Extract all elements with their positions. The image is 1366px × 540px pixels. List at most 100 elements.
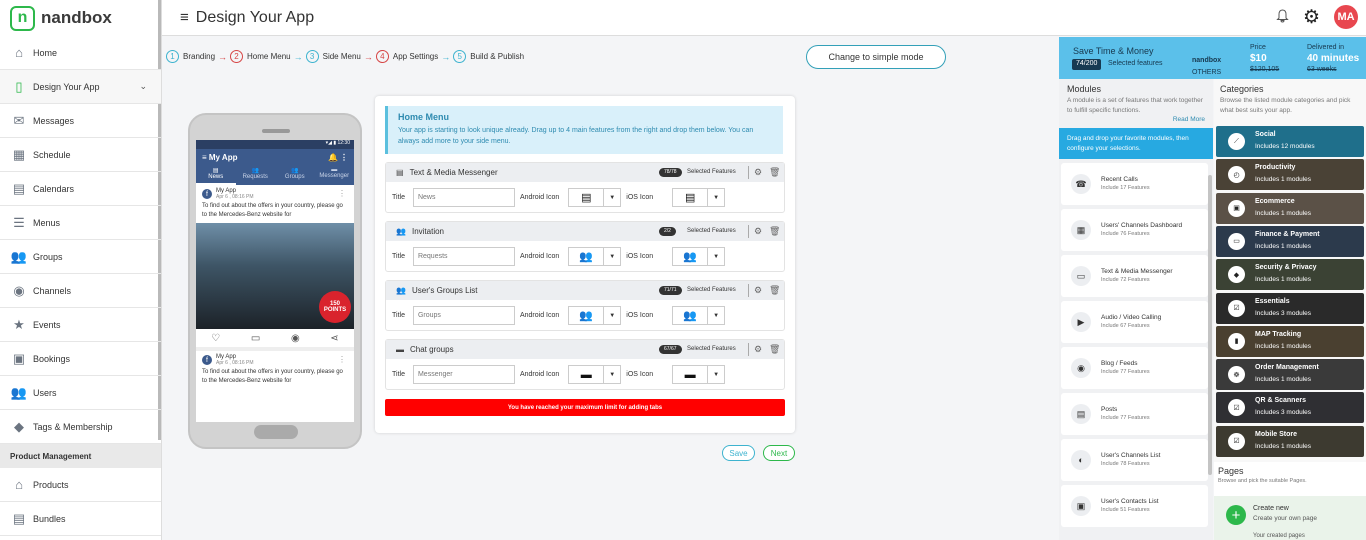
gear-icon[interactable]: ⚙ bbox=[1303, 6, 1320, 29]
home-menu-feature[interactable]: ▤ Text & Media Messenger 78/78 Selected Fea… bbox=[385, 162, 785, 213]
title-input[interactable]: News bbox=[412, 188, 515, 207]
sidebar-item-products[interactable]: ⌂ Products bbox=[0, 468, 161, 502]
sidebar-item-bundles[interactable]: ▤ Bundles bbox=[0, 502, 161, 536]
ios-icon-select[interactable]: 👥 bbox=[672, 306, 709, 325]
feature-header[interactable]: ▬ Chat groups 67/67 Selected Features ⚙ 🗑 bbox=[386, 340, 784, 359]
step-1[interactable]: 1 Branding bbox=[166, 50, 215, 63]
plus-icon[interactable]: + bbox=[1226, 505, 1246, 525]
ios-icon-select[interactable]: ▤ bbox=[672, 188, 709, 207]
sidebar-item-messages[interactable]: ✉ Messages bbox=[0, 104, 161, 138]
category-module-count: Includes 1 modules bbox=[1255, 242, 1312, 250]
feature-header[interactable]: 👥 User's Groups List 71/71 Selected Feature… bbox=[386, 281, 784, 300]
title-input[interactable]: Requests bbox=[412, 247, 515, 266]
module-card[interactable]: ▦ Users' Channels Dashboard Include 76 Fea… bbox=[1061, 209, 1208, 251]
module-card[interactable]: ◉ Blog / Feeds Include 77 Features bbox=[1061, 347, 1208, 389]
sidebar-item-groups[interactable]: 👥 Groups bbox=[0, 240, 161, 274]
home-menu-feature[interactable]: 👥 Invitation 2/2 Selected Features ⚙ 🗑 Title Re… bbox=[385, 221, 785, 272]
home-menu-feature[interactable]: ▬ Chat groups 67/67 Selected Features ⚙ 🗑 Titl… bbox=[385, 339, 785, 390]
trash-icon[interactable]: 🗑 bbox=[769, 285, 780, 296]
save-button[interactable]: Save bbox=[722, 445, 755, 461]
sidebar-item-icon: ☰ bbox=[13, 214, 25, 230]
category-order-management[interactable]: ☸ Order Management Includes 1 modules bbox=[1216, 359, 1364, 391]
module-card[interactable]: ☎ Recent Calls Include 17 Features bbox=[1061, 163, 1208, 205]
category-qr-scanners[interactable]: ☑ QR & Scanners Includes 3 modules bbox=[1216, 392, 1364, 424]
caret-down-icon[interactable]: ▼ bbox=[708, 306, 726, 325]
create-page-card[interactable]: + Create new Create your own page Your c… bbox=[1214, 496, 1366, 540]
ios-icon-select[interactable]: 👥 bbox=[672, 247, 709, 266]
android-icon-select[interactable]: ▬ bbox=[568, 365, 605, 384]
phone-menu-icon: ≡ bbox=[202, 152, 209, 162]
module-card[interactable]: ▶ Audio / Video Calling Include 67 Feature… bbox=[1061, 301, 1208, 343]
chevron-down-icon[interactable]: ⌄ bbox=[139, 81, 147, 92]
category-security-privacy[interactable]: ◆ Security & Privacy Includes 1 modules bbox=[1216, 259, 1364, 291]
ios-icon-select[interactable]: ▬ bbox=[672, 365, 709, 384]
step-4[interactable]: 4 App Settings bbox=[375, 50, 438, 63]
module-card[interactable]: ▣ User's Contacts List Include 51 Features bbox=[1061, 485, 1208, 527]
promo-title: Save Time & Money bbox=[1073, 46, 1154, 56]
module-card[interactable]: ▤ Posts Include 77 Features bbox=[1061, 393, 1208, 435]
category-social[interactable]: ⟋ Social Includes 12 modules bbox=[1216, 126, 1364, 157]
category-finance-payment[interactable]: ▭ Finance & Payment Includes 1 modules bbox=[1216, 225, 1364, 257]
sidebar-item-home[interactable]: ⌂ Home bbox=[0, 36, 161, 70]
sidebar-item-design-your-app[interactable]: ▯ Design Your App ⌄ bbox=[0, 70, 161, 104]
android-icon-select[interactable]: 👥 bbox=[568, 306, 605, 325]
category-map-tracking[interactable]: ▮ MAP Tracking Includes 1 modules bbox=[1216, 325, 1364, 357]
caret-down-icon[interactable]: ▼ bbox=[604, 306, 622, 325]
android-icon-select[interactable]: 👥 bbox=[568, 247, 605, 266]
category-mobile-store[interactable]: ☑ Mobile Store Includes 1 modules bbox=[1216, 425, 1364, 457]
logo[interactable]: n nandbox bbox=[0, 0, 161, 36]
gear-icon[interactable]: ⚙ bbox=[754, 167, 762, 178]
trash-icon[interactable]: 🗑 bbox=[769, 167, 780, 178]
promo-compare: nandbox OTHERS bbox=[1192, 55, 1221, 79]
gear-icon[interactable]: ⚙ bbox=[754, 226, 762, 237]
sidebar-item-tags-membership[interactable]: ◆ Tags & Membership bbox=[0, 410, 161, 444]
module-card[interactable]: ▭ Text & Media Messenger Include 72 Featur… bbox=[1061, 255, 1208, 297]
caret-down-icon[interactable]: ▼ bbox=[708, 247, 726, 266]
feature-header[interactable]: 👥 Invitation 2/2 Selected Features ⚙ 🗑 bbox=[386, 222, 784, 241]
category-ecommerce[interactable]: ▣ Ecommerce Includes 1 modules bbox=[1216, 192, 1364, 224]
title-input[interactable]: Messenger bbox=[412, 365, 515, 384]
read-more-link[interactable]: Read More bbox=[1059, 116, 1213, 123]
caret-down-icon[interactable]: ▼ bbox=[708, 188, 726, 207]
category-icon: ☑ bbox=[1228, 432, 1245, 450]
sidebar-item-menus[interactable]: ☰ Menus bbox=[0, 206, 161, 240]
ios-icon-label: iOS Icon bbox=[626, 312, 654, 319]
category-essentials[interactable]: ☑ Essentials Includes 3 modules bbox=[1216, 292, 1364, 324]
bell-icon[interactable] bbox=[1276, 8, 1289, 26]
home-menu-feature[interactable]: 👥 User's Groups List 71/71 Selected Feature… bbox=[385, 280, 785, 331]
sidebar-item-bookings[interactable]: ▣ Bookings bbox=[0, 342, 161, 376]
android-icon-label: Android Icon bbox=[519, 312, 560, 319]
category-productivity[interactable]: ◴ Productivity Includes 1 modules bbox=[1216, 159, 1364, 191]
caret-down-icon[interactable]: ▼ bbox=[708, 365, 726, 384]
menu-icon[interactable]: ≡ bbox=[180, 9, 189, 26]
sidebar-item-users[interactable]: 👥 Users bbox=[0, 376, 161, 410]
sidebar-section-title: Product Management bbox=[0, 444, 161, 468]
caret-down-icon[interactable]: ▼ bbox=[604, 247, 622, 266]
gear-icon[interactable]: ⚙ bbox=[754, 285, 762, 296]
sidebar-item-calendars[interactable]: ▤ Calendars bbox=[0, 172, 161, 206]
step-5[interactable]: 5 Build & Publish bbox=[453, 50, 524, 63]
feature-header[interactable]: ▤ Text & Media Messenger 78/78 Selected Fea… bbox=[386, 163, 784, 182]
next-button[interactable]: Next bbox=[763, 445, 795, 461]
modules-scrollbar[interactable] bbox=[1208, 175, 1212, 475]
step-2[interactable]: 2 Home Menu bbox=[230, 50, 291, 63]
trash-icon[interactable]: 🗑 bbox=[769, 344, 780, 355]
caret-down-icon[interactable]: ▼ bbox=[604, 365, 622, 384]
sidebar-item-events[interactable]: ★ Events bbox=[0, 308, 161, 342]
avatar[interactable]: MA bbox=[1334, 5, 1358, 29]
caret-down-icon[interactable]: ▼ bbox=[604, 188, 622, 207]
trash-icon[interactable]: 🗑 bbox=[769, 226, 780, 237]
facebook-icon: f bbox=[202, 355, 212, 365]
sidebar-item-channels[interactable]: ◉ Channels bbox=[0, 274, 161, 308]
feature-name: Chat groups bbox=[410, 345, 454, 354]
module-card[interactable]: ◐ User's Channels List Include 78 Features bbox=[1061, 439, 1208, 481]
module-feature-count: Include 67 Features bbox=[1101, 323, 1150, 329]
step-3[interactable]: 3 Side Menu bbox=[305, 50, 361, 63]
step-number: 1 bbox=[166, 50, 179, 63]
android-icon-select[interactable]: ▤ bbox=[568, 188, 605, 207]
sidebar-item-schedule[interactable]: ▦ Schedule bbox=[0, 138, 161, 172]
gear-icon[interactable]: ⚙ bbox=[754, 344, 762, 355]
title-input[interactable]: Groups bbox=[412, 306, 515, 325]
category-module-count: Includes 12 modules bbox=[1255, 143, 1315, 150]
simple-mode-button[interactable]: Change to simple mode bbox=[806, 45, 946, 69]
